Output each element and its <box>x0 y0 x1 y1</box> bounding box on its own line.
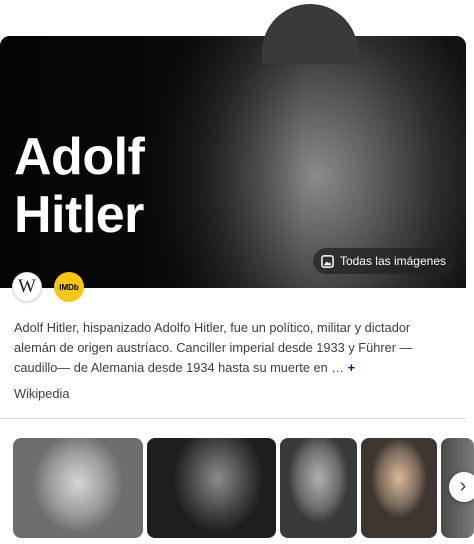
knowledge-panel: Adolf Hitler Todas las imágenes W IMDb A… <box>0 0 474 544</box>
hero-photo-overflow <box>262 4 358 64</box>
source-icons-row: W IMDb <box>12 272 84 302</box>
image-thumbnail[interactable] <box>13 438 143 538</box>
entity-title-line-1: Adolf <box>14 128 145 186</box>
images-icon <box>321 254 334 268</box>
imdb-icon[interactable]: IMDb <box>54 272 84 302</box>
all-images-button[interactable]: Todas las imágenes <box>312 248 456 274</box>
image-thumbnail[interactable] <box>361 438 437 538</box>
carousel-next-button[interactable]: › <box>449 472 474 502</box>
hero-image-banner[interactable]: Adolf Hitler Todas las imágenes <box>0 36 466 288</box>
entity-title-line-2: Hitler <box>14 186 144 244</box>
section-divider <box>0 418 466 419</box>
description-source-link[interactable]: Wikipedia <box>14 384 69 404</box>
image-thumbnail[interactable] <box>147 438 276 538</box>
expand-description-button[interactable]: + <box>348 360 355 375</box>
entity-title: Adolf Hitler <box>14 128 145 244</box>
wikipedia-icon[interactable]: W <box>12 272 42 302</box>
entity-description: Adolf Hitler, hispanizado Adolfo Hitler,… <box>14 318 454 378</box>
all-images-label: Todas las imágenes <box>339 254 446 268</box>
wikipedia-glyph: W <box>18 276 36 297</box>
imdb-glyph: IMDb <box>59 282 79 292</box>
image-thumbnail[interactable] <box>280 438 357 538</box>
chevron-right-icon: › <box>459 475 467 497</box>
